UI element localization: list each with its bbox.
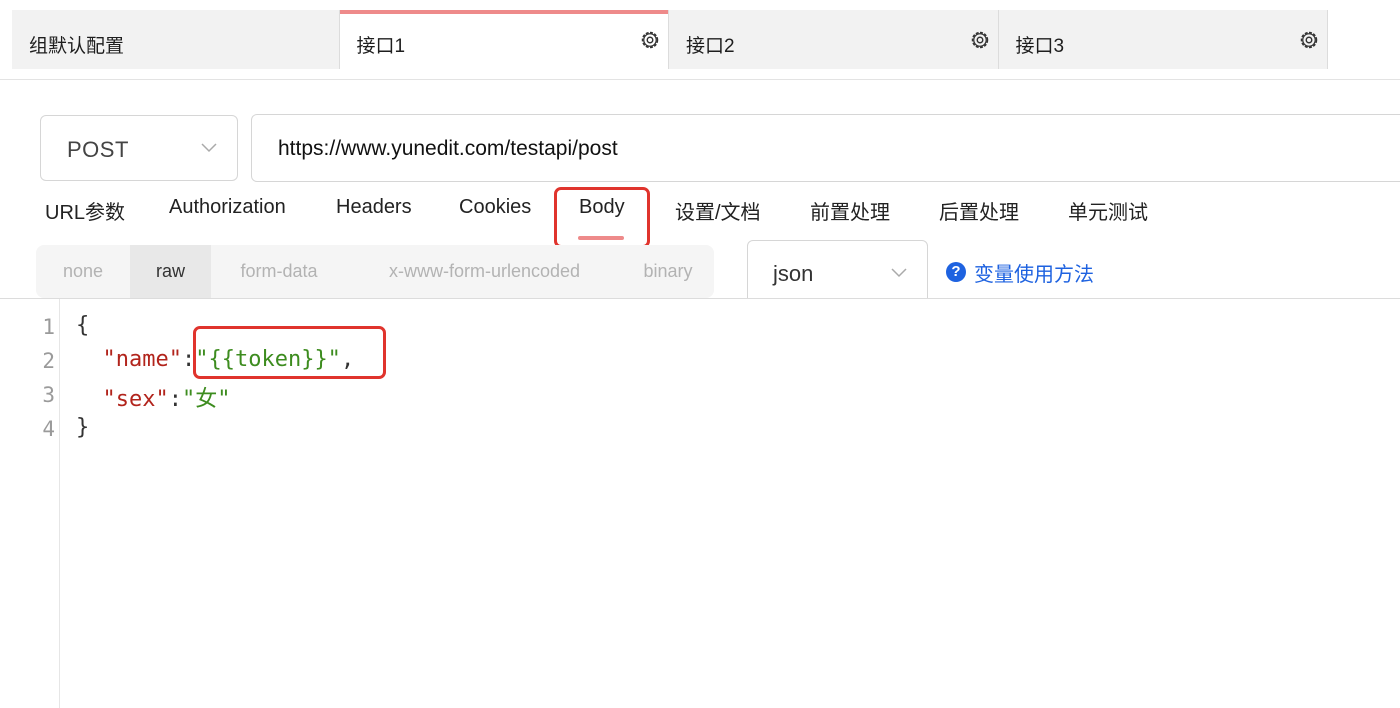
method-select[interactable]: POST: [40, 115, 238, 181]
line-number-gutter: 1 2 3 4: [0, 299, 60, 708]
gear-icon[interactable]: [1298, 29, 1320, 51]
variable-usage-label: 变量使用方法: [974, 263, 1094, 286]
url-value: https://www.yunedit.com/testapi/post: [278, 137, 618, 160]
question-circle-icon: ?: [946, 262, 966, 282]
chevron-down-icon: [891, 268, 907, 278]
tab-api-2[interactable]: 接口2: [669, 10, 999, 69]
variable-usage-link[interactable]: ? 变量使用方法: [946, 260, 1094, 286]
json-brace-close: }: [76, 415, 90, 440]
subtab-post-processing[interactable]: 后置处理: [939, 196, 1019, 225]
code-line-4: }: [76, 415, 89, 440]
json-key-sex: "sex": [102, 387, 169, 412]
json-colon: :: [168, 387, 182, 412]
body-type-selector: none raw form-data x-www-form-urlencoded…: [36, 245, 714, 298]
json-value-sex: "女": [181, 387, 231, 412]
tab-api-1[interactable]: 接口1: [339, 10, 669, 69]
gear-icon[interactable]: [969, 29, 991, 51]
subtab-pre-processing[interactable]: 前置处理: [810, 196, 890, 225]
subtab-headers[interactable]: Headers: [336, 196, 412, 219]
tab-label: 接口1: [356, 36, 406, 57]
request-subtabs: URL参数 Authorization Headers Cookies Body…: [0, 196, 1400, 226]
tab-strip: 组默认配置 接口1 接口2 接口3: [12, 10, 1328, 69]
token-highlight-box: [193, 326, 386, 379]
body-type-none[interactable]: none: [36, 245, 130, 298]
tab-label: 组默认配置: [29, 36, 125, 57]
gear-icon[interactable]: [639, 29, 661, 51]
line-number: 2: [42, 349, 55, 373]
body-type-urlencoded[interactable]: x-www-form-urlencoded: [347, 245, 622, 298]
line-number: 3: [42, 383, 55, 407]
subtab-authorization[interactable]: Authorization: [169, 196, 286, 219]
method-value: POST: [67, 137, 129, 162]
line-number: 1: [42, 315, 55, 339]
url-input[interactable]: https://www.yunedit.com/testapi/post: [251, 114, 1400, 182]
subtab-url-params[interactable]: URL参数: [45, 196, 125, 225]
subtab-unit-test[interactable]: 单元测试: [1068, 196, 1148, 225]
code-line-3: "sex":"女": [76, 381, 231, 413]
tab-label: 接口2: [686, 36, 735, 57]
json-brace-open: {: [76, 313, 90, 338]
body-tab-highlight-box: [554, 187, 650, 248]
body-type-form-data[interactable]: form-data: [211, 245, 347, 298]
tab-group-default-config[interactable]: 组默认配置: [12, 10, 340, 69]
tab-api-3[interactable]: 接口3: [998, 10, 1328, 69]
body-type-binary[interactable]: binary: [622, 245, 714, 298]
format-value: json: [773, 261, 814, 286]
subtab-settings-docs[interactable]: 设置/文档: [675, 196, 761, 225]
json-key-name: "name": [102, 347, 182, 372]
code-line-1: {: [76, 313, 89, 338]
body-type-raw[interactable]: raw: [130, 245, 211, 298]
subtab-cookies[interactable]: Cookies: [459, 196, 531, 219]
chevron-down-icon: [201, 143, 217, 153]
line-number: 4: [42, 417, 55, 441]
tab-label: 接口3: [1015, 36, 1065, 57]
format-select[interactable]: json: [747, 240, 928, 305]
tab-strip-divider: [0, 79, 1400, 80]
